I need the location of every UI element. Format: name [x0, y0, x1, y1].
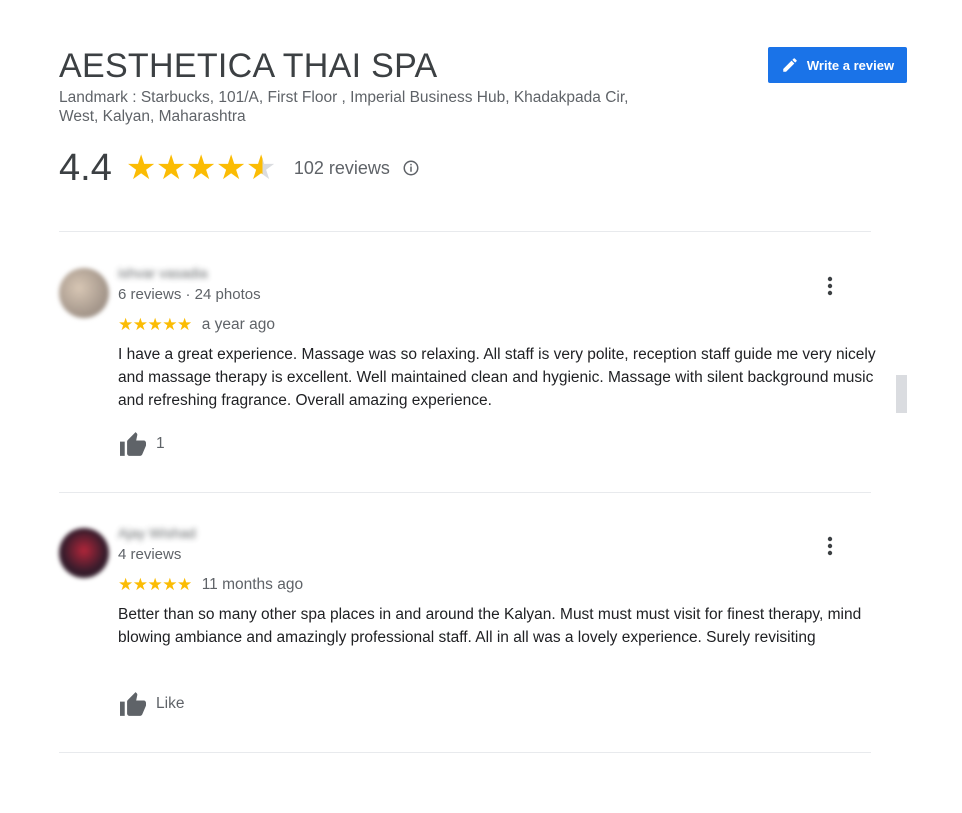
scrollbar-thumb[interactable] — [896, 375, 907, 413]
review-rating-row: ★★★★★ 11 months ago — [118, 575, 303, 595]
reviewer-name[interactable]: Ajay Wishad — [118, 525, 196, 541]
like-button[interactable]: Like — [118, 691, 184, 717]
avatar[interactable] — [59, 268, 109, 318]
info-icon[interactable] — [402, 159, 420, 177]
address-line-1: Landmark : Starbucks, 101/A, First Floor… — [59, 89, 629, 106]
review-count[interactable]: 102 reviews — [294, 158, 390, 179]
more-options-icon[interactable] — [825, 274, 835, 298]
rating-stars: ★ ★ ★ ★ ★ — [126, 151, 276, 185]
review-time: a year ago — [201, 316, 275, 333]
place-address: Landmark : Starbucks, 101/A, First Floor… — [59, 88, 679, 126]
review-card: Ajay Wishad 4 reviews ★★★★★ 11 months ag… — [59, 522, 909, 742]
write-review-label: Write a review — [806, 57, 895, 73]
review-card: ishvar vasadia 6 reviews · 24 photos ★★★… — [59, 262, 909, 482]
place-title: AESTHETICA THAI SPA — [59, 47, 438, 85]
review-stars: ★★★★★ — [118, 315, 192, 334]
like-button[interactable]: 1 — [118, 431, 165, 457]
review-time: 11 months ago — [201, 576, 304, 593]
like-label: Like — [156, 695, 185, 712]
divider — [59, 492, 871, 493]
review-text: Better than so many other spa places in … — [118, 606, 862, 646]
review-stars: ★★★★★ — [118, 575, 192, 594]
star-icon: ★ — [125, 149, 157, 187]
thumbs-up-icon — [120, 692, 146, 716]
pencil-icon — [783, 58, 797, 72]
write-review-button[interactable]: Write a review — [768, 47, 907, 83]
review-rating-row: ★★★★★ a year ago — [118, 315, 275, 335]
rating-summary: 4.4 ★ ★ ★ ★ ★ 102 reviews — [59, 146, 420, 190]
divider — [59, 752, 871, 753]
average-rating: 4.4 — [59, 147, 112, 189]
avatar[interactable] — [59, 528, 109, 578]
thumbs-up-icon — [120, 432, 146, 456]
star-icon: ★ — [155, 149, 187, 187]
reviewer-meta: 4 reviews — [118, 546, 182, 563]
star-icon: ★ — [185, 149, 217, 187]
half-star-icon: ★ — [245, 149, 277, 187]
like-count: 1 — [156, 435, 165, 452]
more-options-icon[interactable] — [825, 534, 835, 558]
divider — [59, 231, 871, 232]
review-text: I have a great experience. Massage was s… — [118, 346, 876, 409]
reviewer-meta: 6 reviews · 24 photos — [118, 286, 261, 303]
reviewer-name[interactable]: ishvar vasadia — [118, 265, 208, 281]
address-line-2: West, Kalyan, Maharashtra — [59, 108, 246, 125]
star-icon: ★ — [215, 149, 247, 187]
